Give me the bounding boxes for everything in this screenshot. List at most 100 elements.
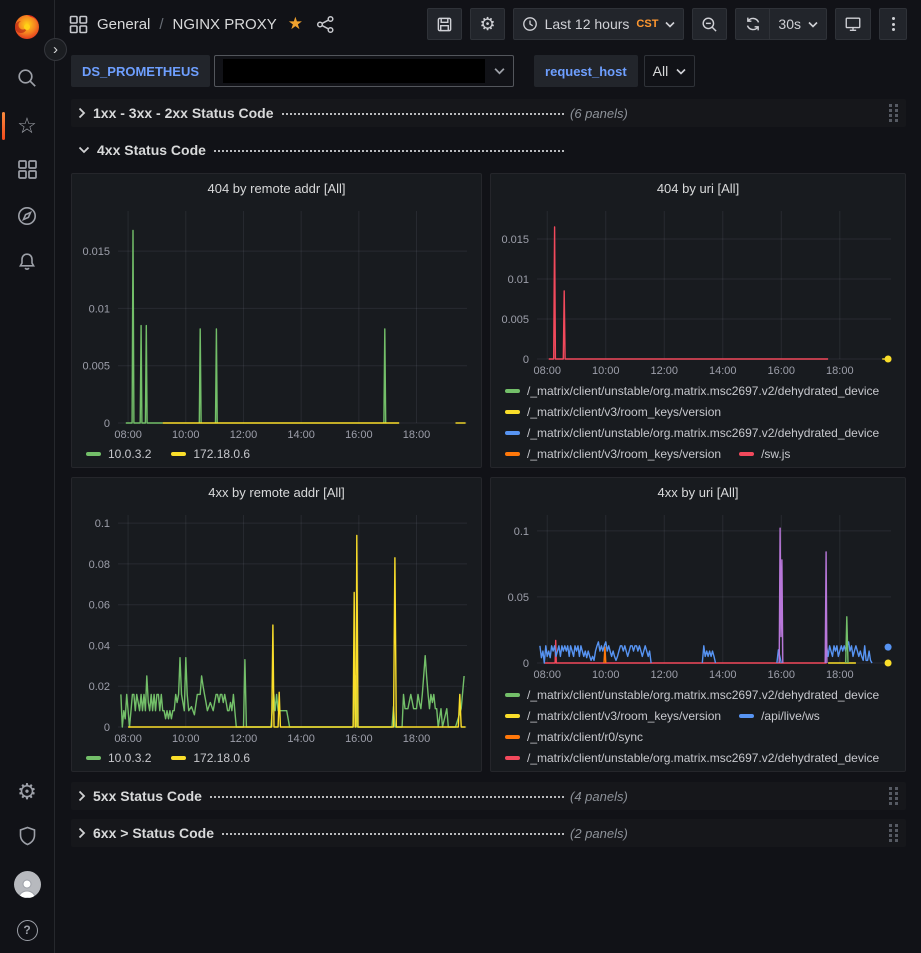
legend-label: /_matrix/client/unstable/org.matrix.msc2… [527, 384, 879, 398]
panel-title[interactable]: 4xx by remote addr [All] [72, 478, 481, 505]
breadcrumb-section[interactable]: General [97, 16, 150, 33]
legend-label: 10.0.3.2 [108, 447, 151, 461]
legend-swatch [739, 452, 754, 456]
redacted-value [223, 59, 485, 83]
svg-text:14:00: 14:00 [709, 669, 737, 681]
dashboard-area: 1xx - 3xx - 2xx Status Code (6 panels) 4… [55, 93, 921, 847]
sidebar-item-configuration[interactable]: ⚙ [0, 769, 55, 815]
search-icon [16, 67, 38, 94]
drag-handle-icon[interactable] [889, 824, 899, 842]
timeseries-chart[interactable]: 00.020.040.060.080.108:0010:0012:0014:00… [72, 505, 481, 747]
cycle-view-mode-button[interactable] [835, 8, 871, 40]
drag-handle-icon[interactable] [889, 104, 899, 122]
timeseries-chart[interactable]: 00.0050.010.01508:0010:0012:0014:0016:00… [72, 201, 481, 443]
row-header-1xx-3xx-2xx[interactable]: 1xx - 3xx - 2xx Status Code (6 panels) [71, 99, 906, 127]
dot-leader [282, 113, 564, 115]
apps-grid-icon[interactable] [69, 15, 88, 34]
sidebar-item-profile[interactable] [0, 861, 55, 907]
legend-item[interactable]: /sw.js [739, 447, 790, 461]
refresh-interval-select[interactable]: 30s [769, 8, 827, 40]
legend-label: /sw.js [761, 447, 790, 461]
timeseries-chart[interactable]: 00.0050.010.01508:0010:0012:0014:0016:00… [491, 201, 905, 379]
row-title: 4xx Status Code [97, 142, 206, 158]
chevron-down-icon [78, 146, 90, 154]
row-header-6xx[interactable]: 6xx > Status Code (2 panels) [71, 819, 906, 847]
page-title: NGINX PROXY [173, 16, 277, 33]
sidebar-item-help[interactable]: ? [0, 907, 55, 953]
request-host-select[interactable]: All [644, 55, 696, 87]
legend-item[interactable]: /_matrix/client/unstable/org.matrix.msc2… [505, 751, 879, 765]
panel-title[interactable]: 404 by uri [All] [491, 174, 905, 201]
save-dashboard-button[interactable] [427, 8, 462, 40]
svg-text:0.02: 0.02 [89, 681, 110, 693]
svg-text:08:00: 08:00 [114, 733, 142, 745]
grafana-logo[interactable] [10, 9, 44, 43]
svg-text:14:00: 14:00 [287, 429, 315, 441]
chevron-right-icon [78, 827, 86, 839]
chevron-down-icon [494, 67, 505, 75]
legend-item[interactable]: /_matrix/client/v3/room_keys/version [505, 447, 721, 461]
legend-item[interactable]: /_matrix/client/v3/room_keys/version [505, 405, 721, 419]
panels-grid: 404 by remote addr [All] 00.0050.010.015… [71, 173, 906, 772]
legend-label: /_matrix/client/unstable/org.matrix.msc2… [527, 751, 879, 765]
row-header-4xx[interactable]: 4xx Status Code [71, 136, 906, 164]
refresh-group: 30s [735, 8, 827, 40]
dot-leader [222, 833, 564, 835]
share-icon[interactable] [316, 15, 335, 34]
refresh-button[interactable] [735, 8, 769, 40]
legend-swatch [171, 756, 186, 760]
legend-item[interactable]: 10.0.3.2 [86, 447, 151, 461]
sidebar-item-explore[interactable] [0, 195, 55, 241]
legend-label: /_matrix/client/v3/room_keys/version [527, 405, 721, 419]
zoom-out-time-button[interactable] [692, 8, 727, 40]
legend-label: /_matrix/client/unstable/org.matrix.msc2… [527, 688, 879, 702]
legend-item[interactable]: /_matrix/client/unstable/org.matrix.msc2… [505, 688, 879, 702]
sidebar-expand-button[interactable]: › [44, 38, 67, 61]
drag-handle-icon[interactable] [889, 787, 899, 805]
sidebar-item-alerting[interactable] [0, 241, 55, 287]
svg-text:10:00: 10:00 [172, 733, 200, 745]
panel-title[interactable]: 404 by remote addr [All] [72, 174, 481, 201]
dashboards-grid-icon [17, 159, 38, 185]
timezone-label: CST [636, 18, 658, 30]
legend-swatch [505, 756, 520, 760]
sidebar-item-starred[interactable]: ☆ [0, 103, 55, 149]
sidebar-item-dashboards[interactable] [0, 149, 55, 195]
legend-item[interactable]: /_matrix/client/v3/room_keys/version [505, 709, 721, 723]
svg-text:0: 0 [523, 658, 529, 670]
legend-label: 10.0.3.2 [108, 751, 151, 765]
legend-item[interactable]: /api/live/ws [739, 709, 820, 723]
svg-text:0.08: 0.08 [89, 559, 110, 571]
legend-item[interactable]: /_matrix/client/unstable/org.matrix.msc2… [505, 384, 879, 398]
datasource-select[interactable] [214, 55, 514, 87]
sidebar-item-server-admin[interactable] [0, 815, 55, 861]
favorite-star-icon[interactable]: ★ [288, 14, 303, 34]
sidebar-item-search[interactable] [0, 57, 55, 103]
variables-bar: DS_PROMETHEUS request_host All [55, 48, 921, 93]
svg-text:12:00: 12:00 [230, 429, 258, 441]
legend-swatch [86, 756, 101, 760]
legend-item[interactable]: 10.0.3.2 [86, 751, 151, 765]
time-range-picker[interactable]: Last 12 hours CST [513, 8, 685, 40]
panel-title[interactable]: 4xx by uri [All] [491, 478, 905, 505]
row-header-5xx[interactable]: 5xx Status Code (4 panels) [71, 782, 906, 810]
panel-legend: 10.0.3.2 172.18.0.6 [72, 747, 481, 771]
chevron-right-icon [78, 790, 86, 802]
legend-item[interactable]: /_matrix/client/unstable/org.matrix.msc2… [505, 426, 879, 440]
legend-swatch [505, 389, 520, 393]
svg-text:10:00: 10:00 [592, 365, 620, 377]
more-options-button[interactable] [879, 8, 907, 40]
row-title: 5xx Status Code [93, 788, 202, 804]
legend-item[interactable]: 172.18.0.6 [171, 751, 250, 765]
compass-icon [16, 205, 38, 232]
legend-label: /_matrix/client/v3/room_keys/version [527, 447, 721, 461]
dashboard-settings-button[interactable]: ⚙ [470, 8, 504, 40]
row-panel-count: (6 panels) [570, 106, 628, 121]
timeseries-chart[interactable]: 00.050.108:0010:0012:0014:0016:0018:00 [491, 505, 905, 683]
svg-text:0.1: 0.1 [514, 526, 529, 538]
legend-item[interactable]: 172.18.0.6 [171, 447, 250, 461]
legend-label: 172.18.0.6 [193, 447, 250, 461]
row-title: 1xx - 3xx - 2xx Status Code [93, 105, 274, 121]
legend-item[interactable]: /_matrix/client/r0/sync [505, 730, 643, 744]
svg-text:08:00: 08:00 [114, 429, 142, 441]
